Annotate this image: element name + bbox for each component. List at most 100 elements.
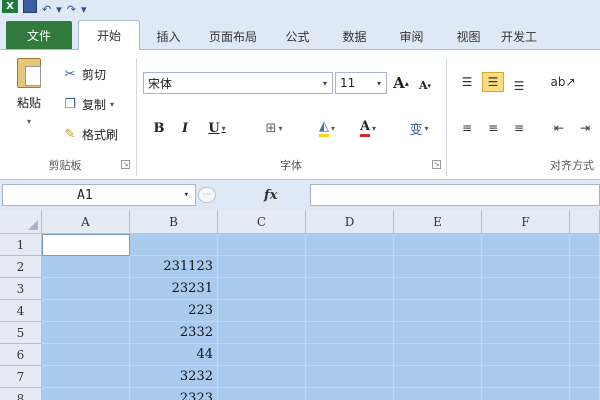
grid-cell[interactable] [306, 278, 394, 300]
shrink-font-button[interactable]: A ▾ [415, 75, 435, 95]
borders-button[interactable]: ⊞ ▾ [256, 118, 292, 138]
grid-cell[interactable] [570, 278, 600, 300]
grid-cell[interactable] [306, 322, 394, 344]
grid-cell[interactable] [482, 300, 570, 322]
tab-formulas[interactable]: 公式 [269, 23, 326, 49]
tab-page-layout[interactable]: 页面布局 [197, 23, 269, 49]
excel-icon[interactable]: X [2, 0, 18, 13]
grid-cell[interactable]: 2323 [130, 388, 218, 400]
grid-cell[interactable] [42, 234, 130, 256]
column-header-b[interactable]: B [130, 210, 218, 234]
grid-cell[interactable] [42, 322, 130, 344]
borders-dropdown-icon[interactable]: ▾ [278, 124, 282, 133]
grid-cell[interactable] [218, 234, 306, 256]
column-header-e[interactable]: E [394, 210, 482, 234]
formula-bar-handle[interactable]: ⋯ [198, 187, 216, 203]
tab-review[interactable]: 审阅 [383, 23, 440, 49]
row-header-7[interactable]: 7 [0, 366, 42, 388]
grid-cell[interactable] [570, 388, 600, 400]
grid-cell[interactable] [570, 344, 600, 366]
copy-button[interactable]: ❐ 复制 ▾ [62, 94, 114, 114]
tab-data[interactable]: 数据 [326, 23, 383, 49]
font-launcher-icon[interactable]: ↘ [432, 160, 441, 169]
grid-cell[interactable]: 44 [130, 344, 218, 366]
select-all-corner[interactable] [0, 210, 42, 234]
align-bottom-button[interactable]: ☰ [508, 76, 530, 96]
align-left-button[interactable]: ≡ [456, 118, 478, 138]
grid-cell[interactable] [394, 366, 482, 388]
grow-font-button[interactable]: A ▴ [391, 73, 411, 93]
align-middle-button[interactable]: ☰ [482, 72, 504, 92]
underline-dropdown-icon[interactable]: ▾ [222, 123, 226, 133]
column-header-c[interactable]: C [218, 210, 306, 234]
tab-developer[interactable]: 开发工 [497, 23, 541, 49]
grid-cell[interactable]: 223 [130, 300, 218, 322]
grid-cell[interactable] [482, 366, 570, 388]
column-header-d[interactable]: D [306, 210, 394, 234]
grid-cell[interactable] [482, 344, 570, 366]
phonetic-button[interactable]: 变 ▾ [400, 118, 438, 138]
grid-cell[interactable] [42, 278, 130, 300]
grid-cell[interactable] [42, 300, 130, 322]
font-name-dropdown-icon[interactable]: ▾ [318, 79, 332, 88]
font-size-box[interactable]: 11 ▾ [335, 72, 387, 94]
tab-insert[interactable]: 插入 [140, 23, 197, 49]
grid-cell[interactable] [218, 256, 306, 278]
grid-cell[interactable] [570, 234, 600, 256]
font-name-box[interactable]: 宋体 ▾ [143, 72, 333, 94]
redo-icon[interactable]: ↷ [67, 2, 76, 16]
row-header-5[interactable]: 5 [0, 322, 42, 344]
grid-cell[interactable] [218, 278, 306, 300]
column-header-f[interactable]: F [482, 210, 570, 234]
bold-button[interactable]: B [150, 118, 168, 138]
fill-color-dropdown-icon[interactable]: ▾ [331, 124, 335, 133]
grid-cell[interactable] [570, 366, 600, 388]
grid-cell[interactable] [394, 322, 482, 344]
paste-dropdown-icon[interactable]: ▾ [12, 117, 46, 126]
undo-dropdown-icon[interactable]: ▾ [56, 2, 62, 16]
grid-cell[interactable]: 231123 [130, 256, 218, 278]
grid-cell[interactable] [42, 388, 130, 400]
column-header-g-partial[interactable] [570, 210, 600, 234]
phonetic-dropdown-icon[interactable]: ▾ [425, 124, 429, 133]
grid-cell[interactable] [42, 366, 130, 388]
formula-input[interactable] [310, 184, 600, 206]
column-header-a[interactable]: A [42, 210, 130, 234]
grid-cell[interactable] [306, 344, 394, 366]
grid-cell[interactable] [130, 234, 218, 256]
increase-indent-button[interactable]: ⇥ [574, 118, 596, 138]
italic-button[interactable]: I [176, 118, 194, 138]
grid-cell[interactable] [306, 300, 394, 322]
tab-view[interactable]: 视图 [440, 23, 497, 49]
name-box[interactable]: A1 ▾ [2, 184, 196, 206]
grid-cell[interactable] [482, 256, 570, 278]
align-right-button[interactable]: ≡ [508, 118, 530, 138]
grid-cell[interactable] [218, 366, 306, 388]
copy-dropdown-icon[interactable]: ▾ [110, 100, 114, 109]
orientation-button[interactable]: ab↗ [548, 72, 578, 92]
grid-cell[interactable] [218, 388, 306, 400]
grid-cell[interactable] [42, 256, 130, 278]
grid-cell[interactable] [42, 344, 130, 366]
underline-button[interactable]: U ▾ [202, 118, 232, 138]
grid-cell[interactable] [482, 234, 570, 256]
grid-cell[interactable] [482, 322, 570, 344]
grid-cell[interactable]: 23231 [130, 278, 218, 300]
grid-cell[interactable] [394, 256, 482, 278]
row-header-4[interactable]: 4 [0, 300, 42, 322]
row-header-6[interactable]: 6 [0, 344, 42, 366]
grid-cell[interactable] [306, 234, 394, 256]
grid-cell[interactable] [306, 366, 394, 388]
grid-cell[interactable] [394, 300, 482, 322]
grid-cell[interactable] [218, 322, 306, 344]
grid-cell[interactable] [394, 344, 482, 366]
grid-cell[interactable] [482, 388, 570, 400]
grid-cell[interactable] [306, 388, 394, 400]
decrease-indent-button[interactable]: ⇤ [548, 118, 570, 138]
clipboard-launcher-icon[interactable]: ↘ [121, 160, 130, 169]
customize-dropdown-icon[interactable]: ▾ [81, 2, 87, 16]
grid-cell[interactable] [394, 388, 482, 400]
row-header-8[interactable]: 8 [0, 388, 42, 400]
grid-cell[interactable] [570, 322, 600, 344]
tab-file[interactable]: 文件 [6, 21, 72, 49]
